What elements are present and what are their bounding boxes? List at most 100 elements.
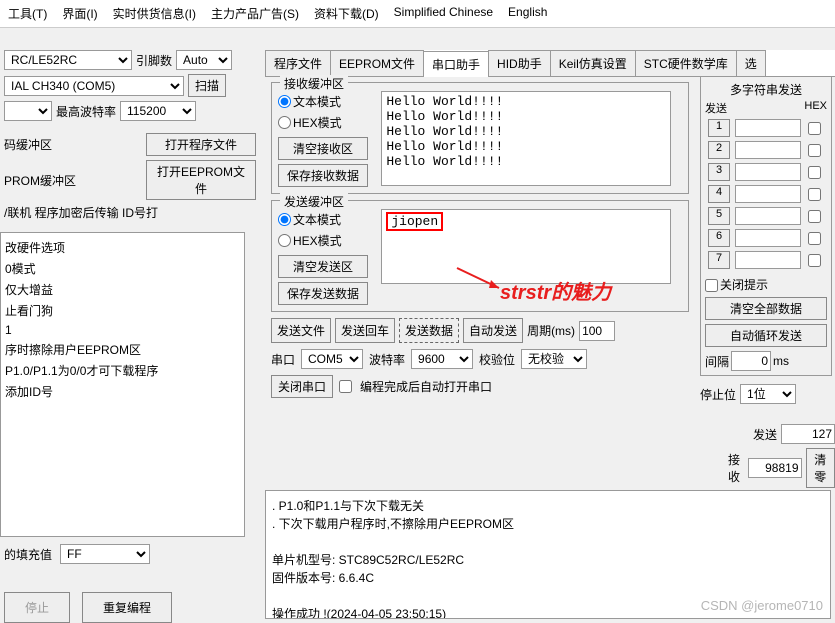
menubar: 工具(T) 界面(I) 实时供货信息(I) 主力产品广告(S) 资料下载(D) …	[0, 0, 835, 28]
serial-port-select[interactable]: COM5	[301, 349, 363, 369]
rx-hex-radio[interactable]	[278, 116, 291, 129]
log-line: 单片机型号: STC89C52RC/LE52RC	[272, 551, 824, 569]
list-item[interactable]: P1.0/P1.1为0/0才可下载程序	[5, 360, 240, 381]
row-hex-chk[interactable]	[808, 210, 821, 223]
row-btn[interactable]: 7	[708, 251, 730, 269]
row-btn[interactable]: 5	[708, 207, 730, 225]
row-hex-chk[interactable]	[808, 254, 821, 267]
pin-label: 引脚数	[136, 52, 172, 69]
tab-more[interactable]: 选	[736, 50, 766, 76]
scan-button[interactable]: 扫描	[188, 74, 226, 97]
serial-baud-select[interactable]: 9600	[411, 349, 473, 369]
list-item[interactable]: 仅大增益	[5, 279, 240, 300]
row-hex-chk[interactable]	[808, 232, 821, 245]
tx-save-button[interactable]: 保存发送数据	[278, 282, 368, 305]
row-input[interactable]	[735, 141, 801, 159]
row-input[interactable]	[735, 163, 801, 181]
list-item[interactable]: 1	[5, 321, 240, 339]
menu-item[interactable]: Simplified Chinese	[394, 5, 493, 22]
menu-item[interactable]: 主力产品广告(S)	[211, 5, 299, 22]
autoopen-label: 编程完成后自动打开串口	[360, 378, 492, 395]
clear-stats-button[interactable]: 清零	[806, 448, 835, 488]
chip-select[interactable]: RC/LE52RC	[4, 50, 132, 70]
send-row: 发送文件 发送回车 发送数据 自动发送 周期(ms)	[271, 318, 689, 343]
menu-item[interactable]: 资料下载(D)	[314, 5, 379, 22]
menu-item[interactable]: 实时供货信息(I)	[113, 5, 196, 22]
rx-legend: 接收缓冲区	[280, 75, 348, 92]
auto-loop-button[interactable]: 自动循环发送	[705, 324, 827, 347]
tab-keil[interactable]: Keil仿真设置	[550, 50, 636, 76]
tx-text-radio[interactable]	[278, 213, 291, 226]
send-header: 发送	[705, 100, 727, 116]
rx-save-button[interactable]: 保存接收数据	[278, 164, 368, 187]
auto-send-button[interactable]: 自动发送	[463, 318, 523, 343]
list-item[interactable]: 止看门狗	[5, 300, 240, 321]
list-item[interactable]: 序时擦除用户EEPROM区	[5, 339, 240, 360]
row-input[interactable]	[735, 119, 801, 137]
list-item[interactable]: 改硬件选项	[5, 237, 240, 258]
max-baud-select[interactable]: 115200	[120, 101, 196, 121]
tx-hex-radio[interactable]	[278, 234, 291, 247]
fill-select[interactable]: FF	[60, 544, 150, 564]
close-hint-chk[interactable]	[705, 279, 718, 292]
row-input[interactable]	[735, 251, 801, 269]
tab-progfile[interactable]: 程序文件	[265, 50, 331, 76]
stopbit-select[interactable]: 1位	[740, 384, 796, 404]
tx-text-label: 文本模式	[293, 211, 341, 228]
row-btn[interactable]: 2	[708, 141, 730, 159]
menu-item[interactable]: English	[508, 5, 547, 22]
rx-clear-button[interactable]: 清空接收区	[278, 137, 368, 160]
tx-group: 发送缓冲区 文本模式 HEX模式 清空发送区 保存发送数据 jiopen	[271, 200, 689, 312]
stop-label: 停止位	[700, 386, 736, 403]
tab-serial[interactable]: 串口助手	[423, 51, 489, 77]
row-hex-chk[interactable]	[808, 122, 821, 135]
row-hex-chk[interactable]	[808, 144, 821, 157]
close-serial-button[interactable]: 关闭串口	[271, 375, 333, 398]
row-hex-chk[interactable]	[808, 188, 821, 201]
menu-item[interactable]: 界面(I)	[62, 5, 97, 22]
send-data-button[interactable]: 发送数据	[399, 318, 459, 343]
period-input[interactable]	[579, 321, 615, 341]
row-btn[interactable]: 3	[708, 163, 730, 181]
port-label: 串口	[271, 351, 295, 368]
rx-hex-label: HEX模式	[293, 114, 342, 131]
menu-item[interactable]: 工具(T)	[8, 5, 47, 22]
port-select[interactable]: IAL CH340 (COM5)	[4, 76, 184, 96]
row-btn[interactable]: 1	[708, 119, 730, 137]
send-cr-button[interactable]: 发送回车	[335, 318, 395, 343]
rx-textarea[interactable]: Hello World!!!! Hello World!!!! Hello Wo…	[381, 91, 671, 186]
code-buf-label: 码缓冲区	[4, 136, 52, 153]
log-line: 固件版本号: 6.6.4C	[272, 569, 824, 587]
stop-button[interactable]: 停止	[4, 592, 70, 623]
fill-label: 的填充值	[4, 546, 52, 563]
open-prog-button[interactable]: 打开程序文件	[146, 133, 256, 156]
unknown-select[interactable]	[4, 101, 52, 121]
options-list[interactable]: 改硬件选项 0模式 仅大增益 止看门狗 1 序时擦除用户EEPROM区 P1.0…	[0, 232, 245, 537]
row-hex-chk[interactable]	[808, 166, 821, 179]
row-input[interactable]	[735, 207, 801, 225]
tx-clear-button[interactable]: 清空发送区	[278, 255, 368, 278]
fill-row: 的填充值 FF	[0, 540, 154, 568]
parity-select[interactable]: 无校验	[521, 349, 587, 369]
rx-text-radio[interactable]	[278, 95, 291, 108]
close-hint-label: 关闭提示	[720, 278, 768, 292]
row-btn[interactable]: 4	[708, 185, 730, 203]
tab-hwmath[interactable]: STC硬件数学库	[635, 50, 737, 76]
autoopen-checkbox[interactable]	[339, 380, 352, 393]
gap-input[interactable]	[731, 351, 771, 371]
tab-eepromfile[interactable]: EEPROM文件	[330, 50, 424, 76]
row-input[interactable]	[735, 185, 801, 203]
tab-hid[interactable]: HID助手	[488, 50, 551, 76]
list-item[interactable]: 添加ID号	[5, 381, 240, 402]
open-eeprom-button[interactable]: 打开EEPROM文件	[146, 160, 256, 200]
clear-all-button[interactable]: 清空全部数据	[705, 297, 827, 320]
right-panel: 多字符串发送 发送 HEX 1 2 3 4 5 6 7 关闭提示 清空全部数据 …	[700, 76, 832, 404]
pin-select[interactable]: Auto	[176, 50, 232, 70]
row-input[interactable]	[735, 229, 801, 247]
list-item[interactable]: 0模式	[5, 258, 240, 279]
tabbar: 程序文件 EEPROM文件 串口助手 HID助手 Keil仿真设置 STC硬件数…	[265, 50, 835, 77]
send-file-button[interactable]: 发送文件	[271, 318, 331, 343]
reprogram-button[interactable]: 重复编程	[82, 592, 172, 623]
row-btn[interactable]: 6	[708, 229, 730, 247]
tx-textarea[interactable]: jiopen	[381, 209, 671, 284]
